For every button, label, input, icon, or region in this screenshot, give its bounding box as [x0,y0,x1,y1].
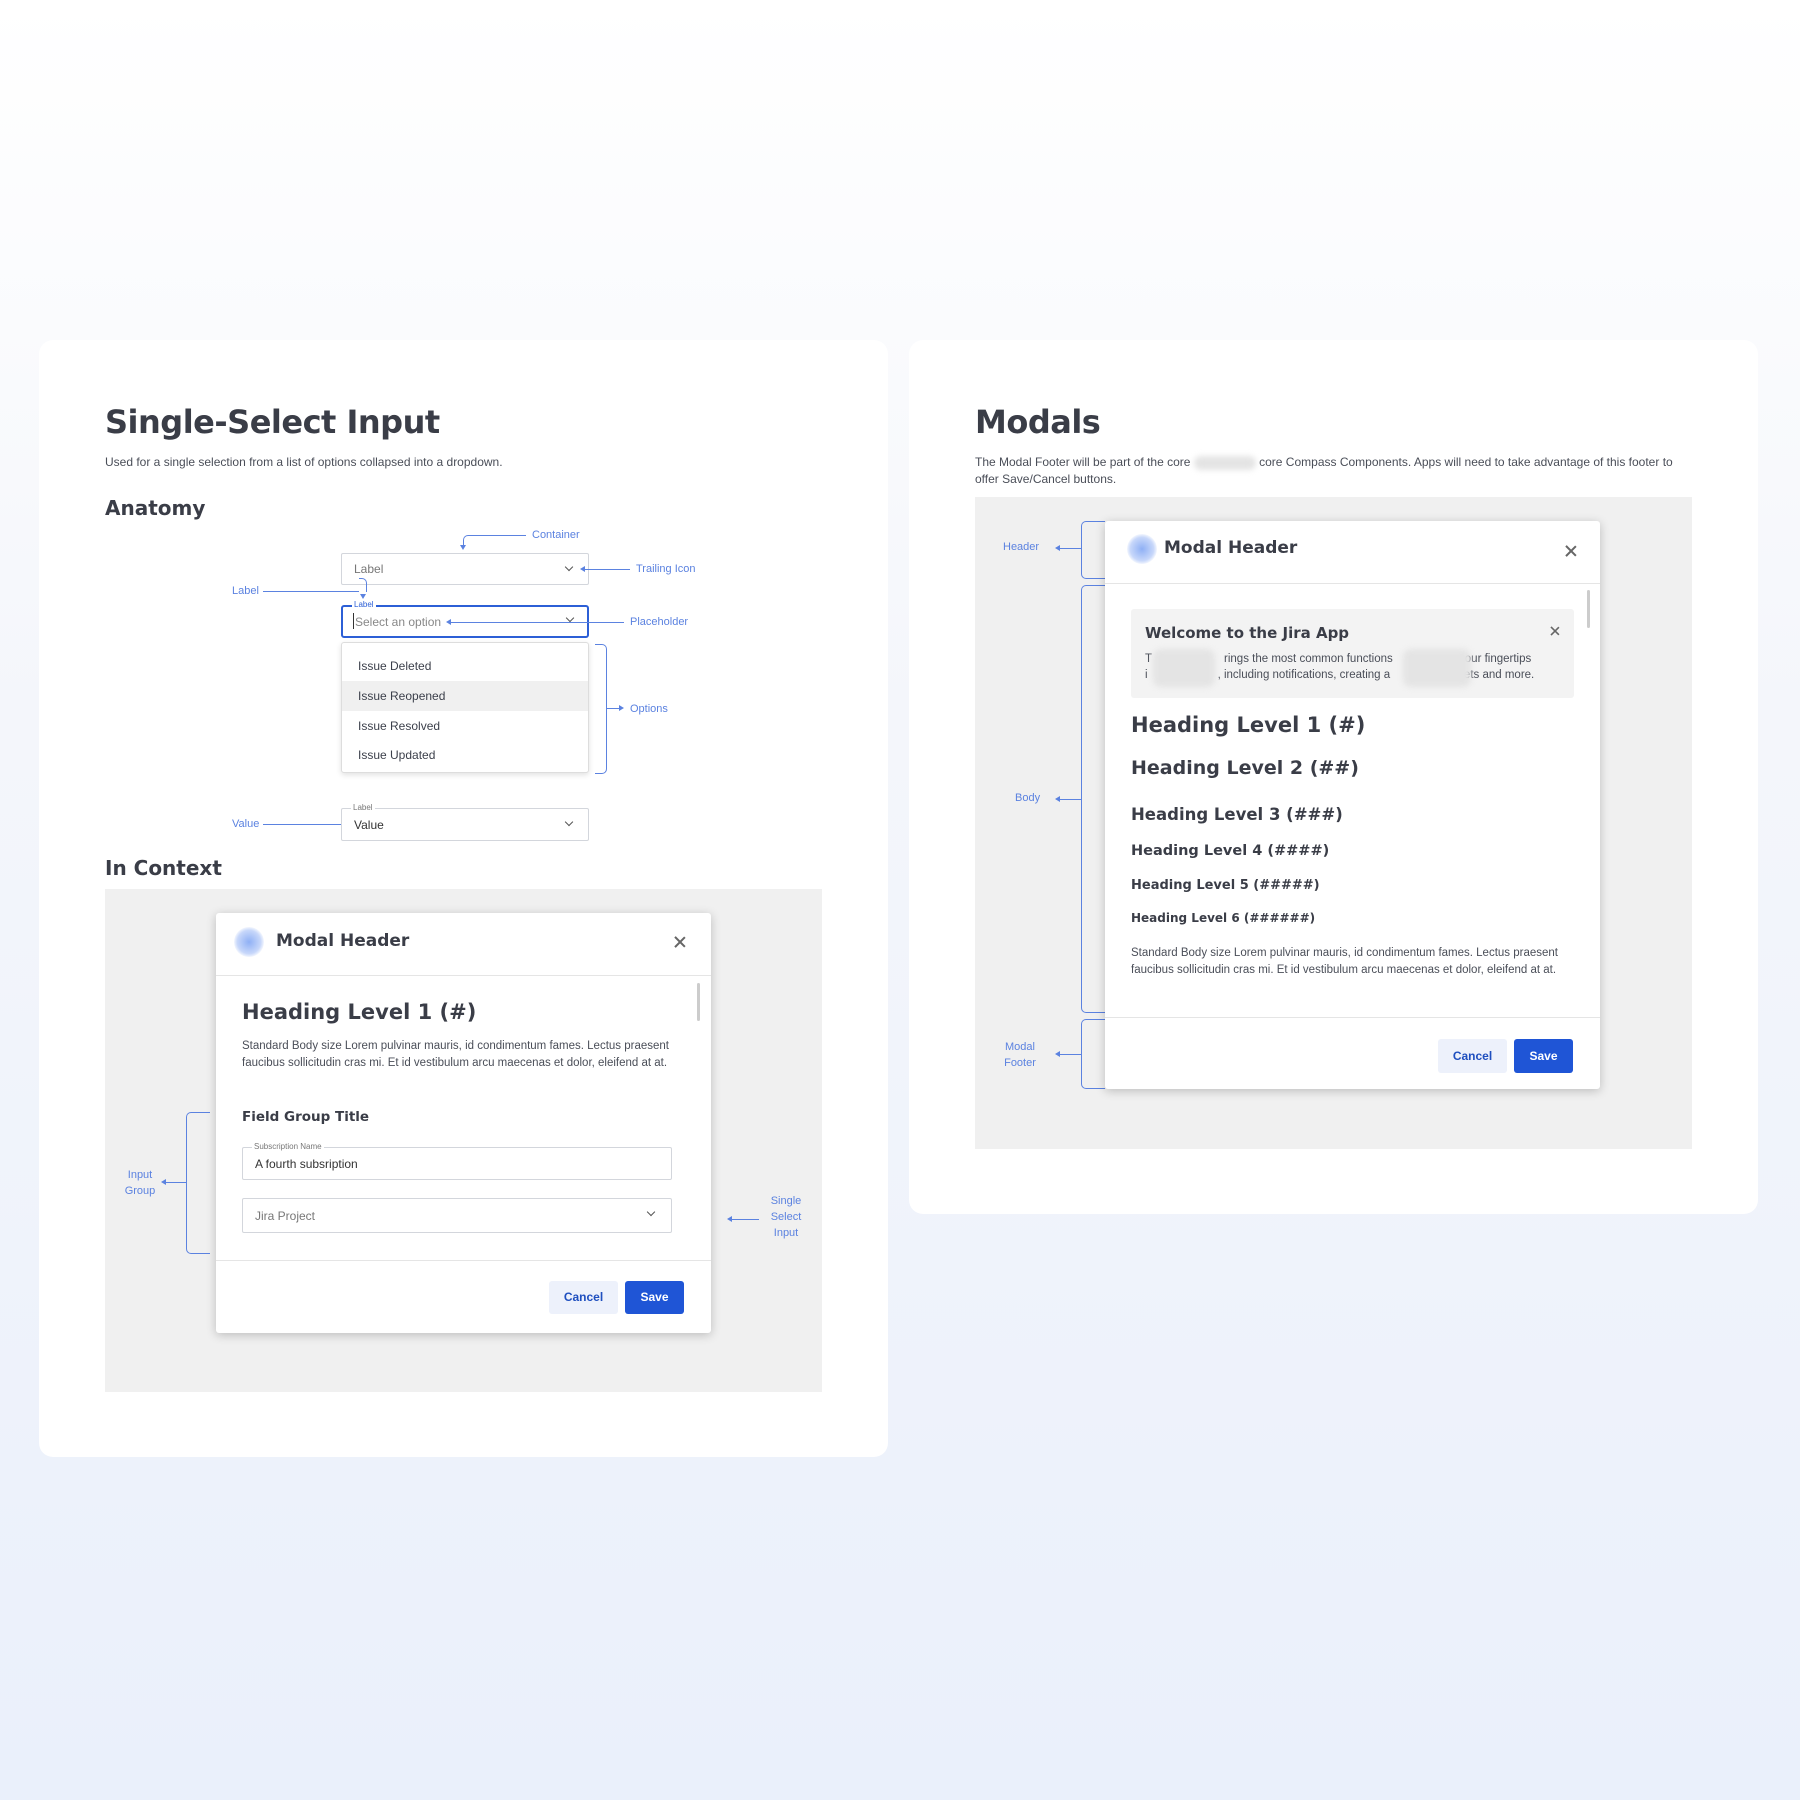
heading-level-4: Heading Level 4 (####) [1131,843,1330,859]
close-icon[interactable] [1549,625,1560,636]
heading-level-1: Heading Level 1 (#) [1131,713,1366,737]
modal-header-title: Modal Header [276,931,410,951]
jira-project-select[interactable]: Jira Project [242,1198,672,1233]
annotation-input-group: Input Group [124,1169,156,1197]
close-icon[interactable] [1564,544,1578,558]
annotation-container: Container [532,529,580,541]
modals-title: Modals [975,403,1101,441]
jira-project-placeholder: Jira Project [255,1209,316,1223]
subscription-name-label: Subscription Name [252,1142,324,1151]
modals-card: Modals The Modal Footer will be part of … [909,340,1758,1214]
modal-anatomy-panel: Header Body Modal Footer Modal Header We… [975,497,1692,1149]
options-bracket [595,644,607,774]
collapsed-select[interactable]: Label [341,553,589,585]
scrollbar[interactable] [697,983,700,1021]
annotation-single-select-input: Single Select Input [770,1195,802,1239]
annotation-trailing-icon: Trailing Icon [636,563,696,575]
anatomy-heading: Anatomy [105,496,206,520]
annotation-body: Body [1015,792,1041,804]
redacted-text [1403,649,1471,687]
app-logo [1127,534,1157,564]
text-cursor [353,613,354,629]
single-select-card: Single-Select Input Used for a single se… [39,340,888,1457]
heading-level-6: Heading Level 6 (######) [1131,911,1316,925]
chevron-down-icon [564,562,574,572]
option-issue-deleted[interactable]: Issue Deleted [342,651,588,681]
value-select-value: Value [354,818,384,832]
heading-level-5: Heading Level 5 (#####) [1131,878,1320,893]
heading-level-2: Heading Level 2 (##) [1131,757,1359,779]
chevron-down-icon [646,1207,656,1217]
page-title: Single-Select Input [105,403,440,441]
field-group-title: Field Group Title [242,1109,370,1125]
option-issue-resolved[interactable]: Issue Resolved [342,711,588,741]
annotation-label: Label [232,585,259,597]
container-connector [463,535,509,547]
value-select-label: Label [351,803,375,812]
context-heading: Heading Level 1 (#) [242,1000,477,1024]
subscription-name-field[interactable]: Subscription Name A fourth subsription [242,1142,672,1180]
annotation-options: Options [630,703,668,715]
header-bracket [1081,521,1105,579]
context-modal: Modal Header Heading Level 1 (#) Standar… [216,913,711,1333]
modal-body-text: Standard Body size Lorem pulvinar mauris… [1131,947,1558,976]
save-button[interactable]: Save [1514,1039,1573,1073]
annotation-modal-footer: Modal Footer [1004,1041,1036,1069]
options-dropdown: Issue Deleted Issue Reopened Issue Resol… [341,642,589,773]
welcome-banner: Welcome to the Jira App Trings the most … [1131,609,1574,698]
in-context-heading: In Context [105,856,222,880]
banner-title: Welcome to the Jira App [1145,624,1350,642]
anatomy-modal: Modal Header Welcome to the Jira App Tri… [1105,521,1600,1089]
cancel-button[interactable]: Cancel [1438,1039,1507,1073]
redacted-text [1153,649,1215,687]
option-issue-reopened[interactable]: Issue Reopened [342,681,588,711]
annotation-placeholder: Placeholder [630,616,689,628]
save-button[interactable]: Save [625,1281,684,1314]
option-issue-updated[interactable]: Issue Updated [342,740,588,770]
subscription-name-value: A fourth subsription [255,1157,358,1171]
active-select-placeholder: Select an option [355,615,442,629]
annotation-header: Header [1003,541,1040,553]
heading-level-3: Heading Level 3 (###) [1131,805,1343,824]
cancel-button[interactable]: Cancel [549,1281,618,1314]
section-description: Used for a single selection from a list … [105,455,503,469]
chevron-down-icon [564,817,574,827]
annotation-value: Value [232,818,260,830]
redacted-text [1193,455,1256,470]
modals-description: The Modal Footer will be part of the cor… [975,455,1673,486]
footer-bracket [1081,1019,1105,1089]
app-logo [234,927,264,957]
active-select-label: Label [352,600,376,609]
modal-header-title: Modal Header [1164,538,1298,558]
context-body-text: Standard Body size Lorem pulvinar mauris… [242,1040,669,1069]
input-group-bracket [186,1112,210,1254]
collapsed-select-placeholder: Label [354,562,384,576]
value-select[interactable]: Label Value [341,803,589,841]
scrollbar[interactable] [1587,590,1590,628]
in-context-panel: Modal Header Heading Level 1 (#) Standar… [105,889,822,1392]
body-bracket [1081,585,1105,1013]
chevron-down-icon [565,613,575,623]
close-icon[interactable] [673,935,687,949]
